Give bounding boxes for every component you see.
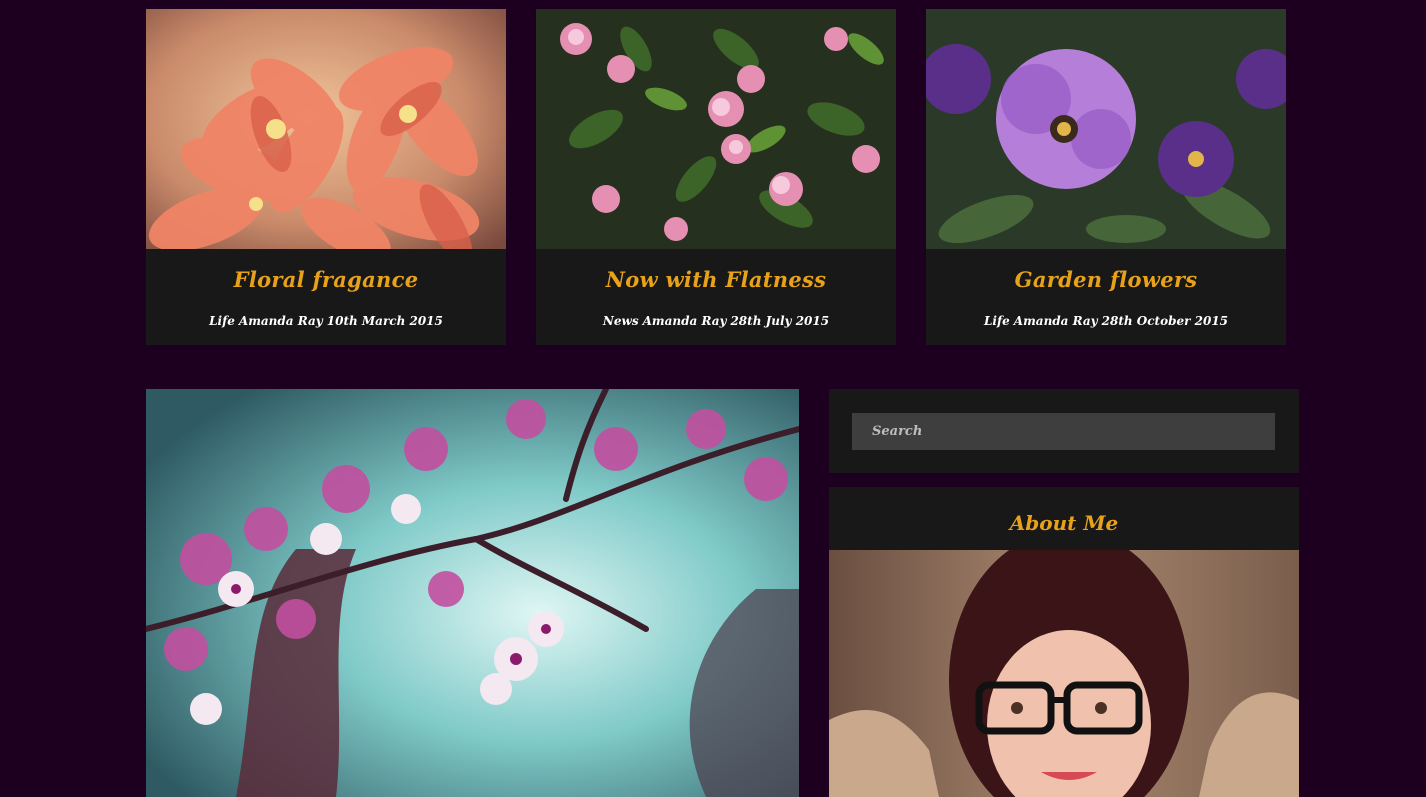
widget-title: About Me bbox=[1009, 511, 1119, 535]
post-title[interactable]: Floral fragance bbox=[146, 267, 506, 292]
post-image-pink-blossom[interactable] bbox=[536, 9, 896, 249]
featured-post-image-cherry-blossom[interactable] bbox=[146, 389, 799, 797]
post-category[interactable]: Life bbox=[209, 314, 235, 328]
post-category[interactable]: Life bbox=[984, 314, 1010, 328]
post-image-coral-lily[interactable] bbox=[146, 9, 506, 249]
post-author[interactable]: Amanda Ray bbox=[643, 314, 727, 328]
post-date: 28th October 2015 bbox=[1101, 314, 1229, 328]
post-title[interactable]: Now with Flatness bbox=[536, 267, 896, 292]
post-author[interactable]: Amanda Ray bbox=[239, 314, 323, 328]
post-image-purple-petunia[interactable] bbox=[926, 9, 1286, 249]
post-card-floral-fragance: Floral fragance Life Amanda Ray 10th March… bbox=[146, 9, 506, 345]
post-meta: Life Amanda Ray 28th October 2015 bbox=[926, 314, 1286, 328]
about-portrait-photo bbox=[829, 550, 1299, 797]
post-category[interactable]: News bbox=[603, 314, 639, 328]
about-me-widget: About Me bbox=[829, 487, 1299, 797]
post-title[interactable]: Garden flowers bbox=[926, 267, 1286, 292]
post-card-garden-flowers: Garden flowers Life Amanda Ray 28th Octobe… bbox=[926, 9, 1286, 345]
post-meta: News Amanda Ray 28th July 2015 bbox=[536, 314, 896, 328]
search-input[interactable] bbox=[852, 413, 1275, 450]
post-author[interactable]: Amanda Ray bbox=[1014, 314, 1098, 328]
post-meta: Life Amanda Ray 10th March 2015 bbox=[146, 314, 506, 328]
post-date: 10th March 2015 bbox=[326, 314, 443, 328]
post-card-now-with-flatness: Now with Flatness News Amanda Ray 28th Jul… bbox=[536, 9, 896, 345]
search-widget bbox=[829, 389, 1299, 473]
blog-page: Floral fragance Life Amanda Ray 10th March… bbox=[0, 0, 1426, 797]
post-date: 28th July 2015 bbox=[730, 314, 830, 328]
